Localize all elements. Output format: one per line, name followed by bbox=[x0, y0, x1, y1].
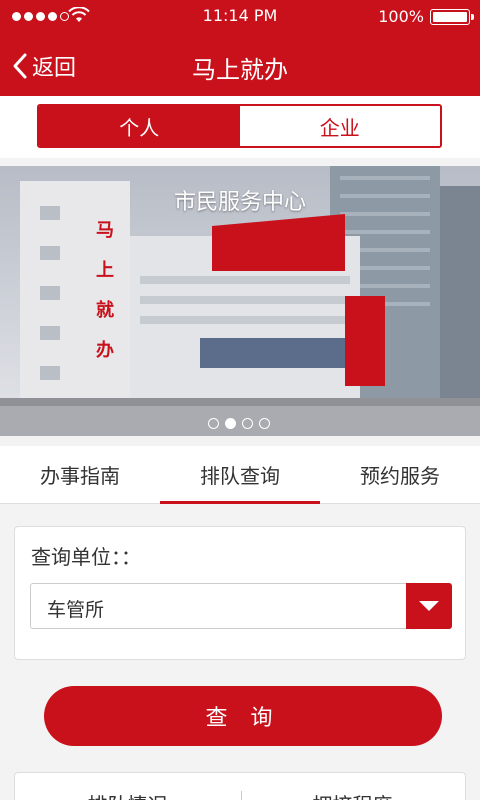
svg-text:就: 就 bbox=[96, 299, 114, 321]
tab-guide[interactable]: 办事指南 bbox=[0, 446, 160, 503]
divider bbox=[241, 791, 242, 800]
query-button[interactable]: 查 询 bbox=[44, 686, 442, 746]
page-title: 马上就办 bbox=[192, 56, 288, 84]
pager-dot[interactable] bbox=[259, 418, 270, 429]
pager-dot-active[interactable] bbox=[225, 418, 236, 429]
unit-select[interactable]: 车管所 bbox=[30, 583, 452, 629]
carousel-pager bbox=[208, 418, 270, 429]
status-bar: 11:14 PM 100% bbox=[0, 0, 480, 32]
svg-text:马: 马 bbox=[96, 220, 114, 241]
query-unit-label: 查询单位：： bbox=[31, 545, 141, 569]
pager-dot[interactable] bbox=[208, 418, 219, 429]
dropdown-button[interactable] bbox=[406, 583, 452, 629]
header: 11:14 PM 100% 返回 马上就办 bbox=[0, 0, 480, 96]
battery-icon bbox=[430, 9, 474, 25]
banner-caption: 市民服务中心 bbox=[173, 190, 306, 215]
service-tabs: 办事指南 排队查询 预约服务 bbox=[0, 446, 480, 504]
query-card: 查询单位：： 车管所 bbox=[14, 526, 466, 660]
result-card: 排队情况 拥挤程度 bbox=[14, 772, 466, 800]
segmented-control: 个人 企业 bbox=[37, 104, 442, 148]
battery-percent: 100% bbox=[378, 7, 424, 26]
queue-status-label: 排队情况 bbox=[15, 773, 240, 800]
segment-business[interactable]: 企业 bbox=[239, 106, 440, 146]
crowd-level-label: 拥挤程度 bbox=[240, 773, 465, 800]
svg-text:上: 上 bbox=[96, 260, 114, 281]
tab-appointment[interactable]: 预约服务 bbox=[320, 446, 480, 503]
banner-carousel[interactable]: 马上 就办 市民服务中心 bbox=[0, 166, 480, 436]
unit-select-value: 车管所 bbox=[47, 599, 105, 621]
caret-down-icon bbox=[419, 601, 439, 611]
segment-personal[interactable]: 个人 bbox=[39, 106, 240, 146]
tab-queue[interactable]: 排队查询 bbox=[160, 446, 320, 504]
pager-dot[interactable] bbox=[242, 418, 253, 429]
svg-text:办: 办 bbox=[96, 339, 114, 361]
segment-bar: 个人 企业 bbox=[0, 96, 480, 158]
